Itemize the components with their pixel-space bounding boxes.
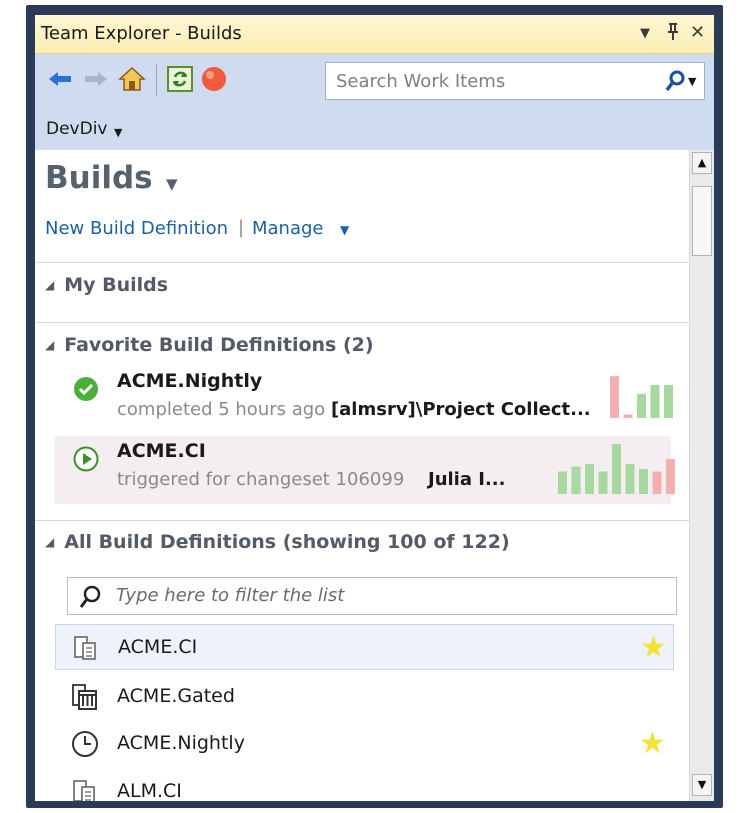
stop-icon[interactable] [197,62,231,96]
build-history-bar[interactable] [612,444,621,494]
forward-arrow-icon[interactable] [79,62,113,96]
search-input[interactable]: Search Work Items [336,71,505,92]
dropdown-icon[interactable]: ▼ [640,26,650,41]
title-bar: Team Explorer - Builds ▼ ✕ [35,15,714,54]
project-bar: DevDiv ▼ [35,110,714,150]
build-definition-row[interactable]: ACME.CI ★ [55,624,674,670]
search-icon[interactable] [664,69,686,97]
favorite-name[interactable]: ACME.Nightly [117,370,262,392]
chevron-down-icon[interactable]: ▼ [114,126,122,139]
build-definition-icon [73,780,95,801]
collapse-triangle-icon[interactable]: ◢ [45,278,54,292]
scrollbar-thumb[interactable] [692,186,712,256]
builds-page: Builds ▼ New Build Definition | Manage ▼… [35,150,689,801]
build-history-bar[interactable] [652,471,662,495]
favorite-status: triggered for changeset 106099 [117,469,405,490]
close-icon[interactable]: ✕ [690,22,705,43]
build-history-bar[interactable] [571,466,581,495]
favorite-build-item[interactable]: ACME.Nightly completed 5 hours ago [alms… [55,366,673,434]
favorite-name[interactable]: ACME.CI [117,440,206,462]
check-icon [74,377,98,401]
section-divider [35,322,689,323]
manage-link[interactable]: Manage [252,218,324,239]
toolbar-divider [156,64,157,96]
build-history-bar[interactable] [610,376,619,418]
gated-build-icon [72,684,97,710]
filter-input[interactable]: Type here to filter the list [116,585,344,606]
favorites-header[interactable]: ◢ Favorite Build Definitions (2) [45,334,374,356]
section-divider [35,520,689,521]
build-history-bar[interactable] [650,385,660,418]
chevron-down-icon[interactable]: ▼ [688,75,696,88]
scroll-down-button[interactable]: ▼ [692,774,712,796]
all-definitions-header[interactable]: ◢ All Build Definitions (showing 100 of 1… [45,531,510,553]
favorite-star-icon[interactable]: ★ [639,726,666,761]
build-history-bar[interactable] [664,385,673,418]
home-icon[interactable] [115,62,149,96]
window-frame: Team Explorer - Builds ▼ ✕ Search Work I… [26,5,723,808]
section-divider [35,262,689,263]
window-title: Team Explorer - Builds [41,23,242,44]
definition-name[interactable]: ACME.Nightly [117,732,245,754]
collapse-triangle-icon[interactable]: ◢ [45,338,54,352]
pin-icon[interactable] [665,22,681,47]
favorite-star-icon[interactable]: ★ [640,630,667,665]
project-selector[interactable]: DevDiv [46,119,107,139]
scroll-up-button[interactable]: ▲ [692,152,712,174]
build-history-bar[interactable] [639,469,648,494]
build-history-bar[interactable] [637,393,646,418]
build-history-bar[interactable] [585,464,594,494]
link-separator: | [238,217,245,238]
build-history-bar[interactable] [598,471,608,495]
refresh-icon[interactable] [163,62,197,96]
definition-name[interactable]: ALM.CI [117,780,182,801]
back-arrow-icon[interactable] [43,62,77,96]
toolbar: Search Work Items ▼ [35,54,714,110]
build-definition-row[interactable]: ACME.Gated [55,674,674,720]
definition-name[interactable]: ACME.Gated [117,685,235,707]
build-definition-icon [74,636,96,660]
build-history-bar[interactable] [558,471,567,495]
build-history-bar[interactable] [625,464,635,494]
build-history-bar[interactable] [623,414,633,418]
vertical-scrollbar[interactable]: ▲ ▼ [689,150,714,801]
chevron-down-icon[interactable]: ▼ [340,223,349,237]
requested-by: Julia I... [428,469,506,490]
definition-name[interactable]: ACME.CI [118,636,197,658]
chevron-down-icon[interactable]: ▼ [166,175,178,193]
my-builds-header[interactable]: ◢ My Builds [45,274,168,296]
clock-icon [72,731,98,757]
team-explorer-panel: Team Explorer - Builds ▼ ✕ Search Work I… [35,15,714,801]
search-box[interactable]: Search Work Items ▼ [325,62,705,100]
favorite-status: completed 5 hours ago [almsrv]\Project C… [117,399,591,420]
filter-box[interactable]: Type here to filter the list [67,577,677,615]
collapse-triangle-icon[interactable]: ◢ [45,535,54,549]
search-icon [79,585,101,608]
new-build-definition-link[interactable]: New Build Definition [45,218,228,239]
page-title: Builds [45,160,153,196]
play-icon [73,446,99,472]
build-history-chart[interactable] [603,374,673,418]
build-history-bar[interactable] [666,459,675,494]
build-definition-row[interactable]: ALM.CI [55,769,674,801]
build-definition-row[interactable]: ACME.Nightly ★ [55,721,674,767]
favorite-build-item[interactable]: ACME.CI triggered for changeset 106099 J… [55,436,675,504]
build-history-chart[interactable] [545,444,675,494]
